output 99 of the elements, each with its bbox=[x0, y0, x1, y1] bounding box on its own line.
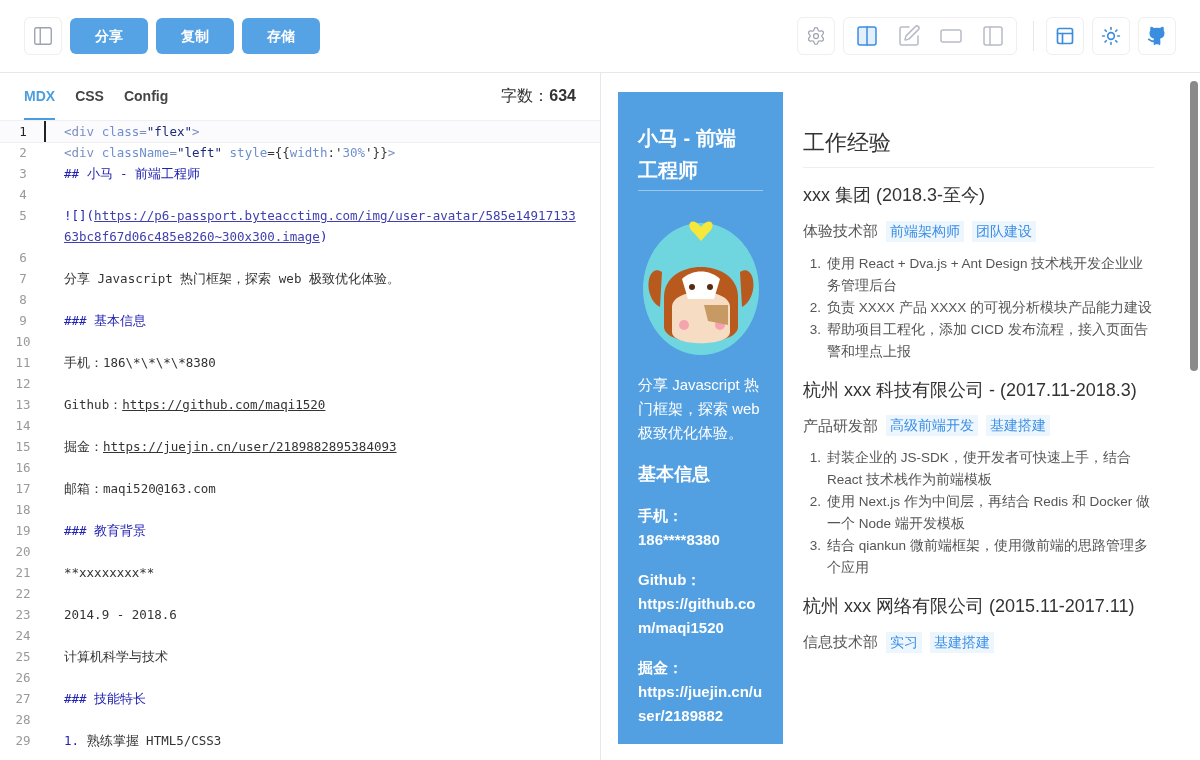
sun-icon bbox=[1101, 26, 1121, 46]
line-number: 28 bbox=[14, 711, 32, 729]
code-line: ![](https://p6-passport.byteacctimg.com/img/user-avatar/585e1491713363bc8f67d06c485e8260~300x300.image) bbox=[64, 208, 576, 244]
code-line: 邮箱：maqi520@163.com bbox=[64, 481, 216, 496]
code-line: ## 小马 - 前端工程师 bbox=[64, 166, 201, 181]
editor-tab[interactable]: Config bbox=[123, 86, 169, 120]
settings-icon bbox=[806, 26, 826, 46]
narrow-panel-icon bbox=[981, 24, 1005, 48]
contact-value: https://github.com/maqi1520 bbox=[638, 595, 756, 636]
line-number: 15 bbox=[14, 438, 32, 456]
line-number: 25 bbox=[14, 648, 32, 666]
action-button[interactable]: 复制 bbox=[156, 18, 234, 54]
list-number: 1. bbox=[808, 449, 822, 467]
line-number: 20 bbox=[14, 543, 32, 561]
job-duty: 结合 qiankun 微前端框架，使用微前端的思路管理多个应用 bbox=[827, 537, 1149, 577]
layout-icon bbox=[1055, 26, 1075, 46]
list-number: 2. bbox=[808, 298, 822, 317]
department: 信息技术部 bbox=[803, 632, 878, 652]
job-duty: 封装企业的 JS-SDK，使开发者可快速上手，结合 React 技术栈作为前端模板 bbox=[827, 449, 1132, 489]
code-line: <div class="flex"> bbox=[64, 124, 200, 139]
role-tag: 基建搭建 bbox=[986, 415, 1050, 437]
line-number: 14 bbox=[14, 417, 32, 435]
contact-value: https://juejin.cn/user/2189882 bbox=[638, 683, 763, 724]
line-number: 7 bbox=[18, 270, 28, 288]
line-number: 1 bbox=[18, 123, 28, 141]
department: 体验技术部 bbox=[803, 221, 878, 241]
job-title: 杭州 xxx 科技有限公司 - (2017.11-2018.3) bbox=[803, 378, 1138, 402]
code-line: Github：https://github.com/maqi1520 bbox=[64, 397, 326, 412]
word-count: 字数：634 bbox=[501, 86, 576, 106]
line-number: 27 bbox=[14, 690, 32, 708]
line-number: 6 bbox=[18, 249, 28, 267]
job-duty: 负责 XXXX 产品 XXXX 的可视分析模块产品能力建设 bbox=[827, 298, 1153, 317]
line-number: 13 bbox=[14, 396, 32, 414]
line-number: 18 bbox=[14, 501, 32, 519]
section-heading: 工作经验 bbox=[803, 126, 1154, 168]
line-number: 24 bbox=[14, 627, 32, 645]
role-tag: 高级前端开发 bbox=[886, 415, 978, 437]
action-button[interactable]: 分享 bbox=[70, 18, 148, 54]
contact-label: 掘金： bbox=[638, 658, 684, 678]
job-title: 杭州 xxx 网络有限公司 (2015.11-2017.11) bbox=[803, 595, 1136, 618]
line-number: 10 bbox=[14, 333, 32, 351]
line-number: 21 bbox=[14, 564, 32, 582]
split-view-icon bbox=[855, 24, 879, 48]
line-number: 9 bbox=[18, 312, 28, 330]
job-duty: 使用 React + Dva.js + Ant Design 技术栈开发企业业务管理后台 bbox=[827, 254, 1145, 295]
theme-button[interactable] bbox=[1092, 17, 1130, 55]
sidebar-toggle-icon bbox=[32, 25, 54, 47]
role-tag: 前端架构师 bbox=[886, 220, 964, 242]
line-number: 4 bbox=[18, 186, 28, 204]
role-tag: 实习 bbox=[886, 631, 922, 653]
resume-name: 小马 - 前端工程师 bbox=[638, 122, 763, 191]
scrollbar-thumb[interactable] bbox=[1190, 81, 1198, 371]
list-number: 2. bbox=[808, 493, 822, 511]
line-number: 26 bbox=[14, 669, 32, 687]
action-button[interactable]: 存储 bbox=[242, 18, 320, 54]
line-number: 29 bbox=[14, 732, 32, 750]
line-number: 16 bbox=[14, 459, 32, 477]
role-tag: 基建搭建 bbox=[930, 631, 994, 653]
line-number: 17 bbox=[14, 480, 32, 498]
line-number: 11 bbox=[14, 354, 32, 372]
code-line: ### 基本信息 bbox=[64, 313, 147, 328]
sidebar-toggle-button[interactable] bbox=[24, 17, 62, 55]
resume-section-title: 基本信息 bbox=[638, 463, 711, 486]
contact-value: 186****8380 bbox=[638, 531, 720, 548]
list-number: 3. bbox=[808, 537, 822, 555]
code-line: ### 教育背景 bbox=[64, 523, 147, 538]
layout-button[interactable] bbox=[1046, 17, 1084, 55]
line-number: 3 bbox=[18, 165, 28, 183]
job-title: xxx 集团 (2018.3-至今) bbox=[803, 184, 987, 207]
github-button[interactable] bbox=[1138, 17, 1176, 55]
code-line: 分享 Javascript 热门框架，探索 web 极致优化体验。 bbox=[64, 271, 400, 286]
line-number: 12 bbox=[14, 375, 32, 393]
contact-label: 手机： bbox=[638, 506, 684, 526]
department: 产品研发部 bbox=[803, 415, 878, 436]
job-duty: 帮助项目工程化，添加 CICD 发布流程，接入页面告警和埋点上报 bbox=[827, 320, 1149, 361]
contact-label: Github： bbox=[638, 570, 703, 590]
editor-tab[interactable]: CSS bbox=[75, 86, 104, 120]
pencil-square-icon bbox=[897, 24, 921, 48]
line-number: 19 bbox=[14, 522, 32, 540]
line-number: 8 bbox=[18, 291, 28, 309]
role-tag: 团队建设 bbox=[972, 220, 1036, 242]
line-number: 22 bbox=[14, 585, 32, 603]
code-line: 掘金：https://juejin.cn/user/2189882895384093 bbox=[64, 439, 397, 454]
resume-intro: 分享 Javascript 热门框架，探索 web 极致优化体验。 bbox=[638, 375, 761, 443]
code-line: 2014.9 - 2018.6 bbox=[64, 607, 177, 622]
job-duty: 使用 Next.js 作为中间层，再结合 Redis 和 Docker 做一个 Node 端开发模板 bbox=[827, 493, 1152, 533]
code-line: <div className="left" style={{width:'30%'}}> bbox=[64, 145, 396, 160]
github-icon bbox=[1147, 26, 1167, 46]
line-number: 23 bbox=[14, 606, 32, 624]
list-number: 3. bbox=[808, 320, 822, 339]
settings-button[interactable] bbox=[797, 17, 835, 55]
line-number: 5 bbox=[18, 207, 28, 225]
code-line: 计算机科学与技术 bbox=[64, 649, 168, 664]
code-line: 手机：186\*\*\*\*8380 bbox=[64, 355, 216, 370]
line-number: 2 bbox=[18, 144, 28, 162]
list-number: 1. bbox=[808, 254, 822, 273]
code-line: 1. 熟练掌握 HTML5/CSS3 bbox=[64, 733, 222, 748]
code-line: ### 技能特长 bbox=[64, 691, 147, 706]
code-line: **xxxxxxxx** bbox=[64, 565, 155, 580]
